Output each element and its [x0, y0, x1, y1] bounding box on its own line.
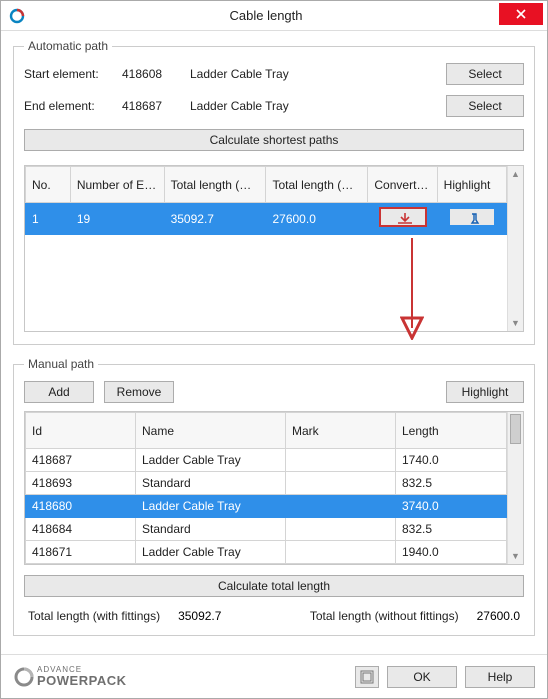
cell-id: 418680 [26, 495, 136, 518]
end-element-desc: Ladder Cable Tray [190, 99, 438, 113]
col-mark[interactable]: Mark [286, 413, 396, 449]
cell-length: 832.5 [396, 518, 507, 541]
manual-table-header: Id Name Mark Length [26, 413, 507, 449]
start-element-label: Start element: [24, 67, 114, 81]
calculate-shortest-paths-button[interactable]: Calculate shortest paths [24, 129, 524, 151]
auto-table-scrollbar[interactable]: ▲ ▼ [507, 166, 523, 331]
title-bar: Cable length [1, 1, 547, 31]
start-element-id: 418608 [122, 67, 182, 81]
col-id[interactable]: Id [26, 413, 136, 449]
cell-rowname: Standard [136, 518, 286, 541]
automatic-path-legend: Automatic path [24, 39, 112, 53]
manual-path-group: Manual path Add Remove Highlight Id Name… [13, 357, 535, 636]
cell-length: 3740.0 [396, 495, 507, 518]
cell-rowname: Ladder Cable Tray [136, 449, 286, 472]
brand: ADVANCE POWERPACK [13, 666, 347, 688]
total-without-label: Total length (without fittings) [310, 609, 459, 623]
cell-id: 418693 [26, 472, 136, 495]
cell-length: 1740.0 [396, 449, 507, 472]
cell-id: 418684 [26, 518, 136, 541]
col-convert[interactable]: Convert to manual [368, 167, 437, 203]
app-icon [9, 8, 25, 24]
manual-table: Id Name Mark Length 418687Ladder Cable T… [24, 411, 524, 565]
brand-icon [13, 666, 35, 688]
window-title: Cable length [33, 8, 499, 23]
auto-paths-table: No. Number of Elements Total length (wit… [24, 165, 524, 332]
manual-table-row[interactable]: 418693Standard 832.5 [26, 472, 507, 495]
end-element-id: 418687 [122, 99, 182, 113]
scroll-thumb[interactable] [510, 414, 521, 444]
cell-rowname: Standard [136, 472, 286, 495]
cell-highlight [437, 203, 506, 235]
end-element-label: End element: [24, 99, 114, 113]
total-with-value: 35092.7 [178, 609, 221, 623]
automatic-path-group: Automatic path Start element: 418608 Lad… [13, 39, 535, 345]
col-no[interactable]: No. [26, 167, 71, 203]
highlight-button[interactable]: Highlight [446, 381, 524, 403]
calculate-total-length-button[interactable]: Calculate total length [24, 575, 524, 597]
convert-to-manual-button[interactable] [379, 207, 427, 227]
cell-mark [286, 518, 396, 541]
manual-path-legend: Manual path [24, 357, 98, 371]
close-button[interactable] [499, 3, 543, 25]
scroll-up-icon[interactable]: ▲ [508, 166, 523, 182]
cell-no: 1 [26, 203, 71, 235]
cell-id: 418687 [26, 449, 136, 472]
cell-mark [286, 541, 396, 564]
help-button[interactable]: Help [465, 666, 535, 688]
col-highlight[interactable]: Highlight [437, 167, 506, 203]
cell-mark [286, 472, 396, 495]
manual-table-scrollbar[interactable]: ▲ ▼ [507, 412, 523, 564]
cell-convert [368, 203, 437, 235]
cell-num: 19 [70, 203, 164, 235]
select-end-button[interactable]: Select [446, 95, 524, 117]
cell-length: 832.5 [396, 472, 507, 495]
col-num-elements[interactable]: Number of Elements [70, 167, 164, 203]
brand-big: POWERPACK [37, 674, 126, 687]
total-with-label: Total length (with fittings) [28, 609, 160, 623]
auto-table-row[interactable]: 11935092.727600.0 [26, 203, 507, 235]
manual-table-row[interactable]: 418671Ladder Cable Tray 1940.0 [26, 541, 507, 564]
col-total-without[interactable]: Total length (without fittings) [266, 167, 368, 203]
cell-id: 418671 [26, 541, 136, 564]
start-element-desc: Ladder Cable Tray [190, 67, 438, 81]
total-without-value: 27600.0 [477, 609, 520, 623]
manual-table-row[interactable]: 418684Standard 832.5 [26, 518, 507, 541]
cell-with: 35092.7 [164, 203, 266, 235]
manual-table-row[interactable]: 418680Ladder Cable Tray 3740.0 [26, 495, 507, 518]
ok-button[interactable]: OK [387, 666, 457, 688]
auto-table-header: No. Number of Elements Total length (wit… [26, 167, 507, 203]
col-total-with[interactable]: Total length (with fittings) [164, 167, 266, 203]
totals-row: Total length (with fittings) 35092.7 Tot… [24, 609, 524, 623]
col-length[interactable]: Length [396, 413, 507, 449]
cell-rowname: Ladder Cable Tray [136, 541, 286, 564]
cell-rowname: Ladder Cable Tray [136, 495, 286, 518]
col-name[interactable]: Name [136, 413, 286, 449]
cell-mark [286, 495, 396, 518]
cell-mark [286, 449, 396, 472]
highlight-row-button[interactable] [448, 207, 496, 227]
manual-table-row[interactable]: 418687Ladder Cable Tray 1740.0 [26, 449, 507, 472]
cell-without: 27600.0 [266, 203, 368, 235]
options-button[interactable] [355, 666, 379, 688]
scroll-down-icon[interactable]: ▼ [508, 548, 523, 564]
scroll-down-icon[interactable]: ▼ [508, 315, 523, 331]
cell-length: 1940.0 [396, 541, 507, 564]
dialog-footer: ADVANCE POWERPACK OK Help [1, 654, 547, 698]
remove-button[interactable]: Remove [104, 381, 174, 403]
select-start-button[interactable]: Select [446, 63, 524, 85]
add-button[interactable]: Add [24, 381, 94, 403]
